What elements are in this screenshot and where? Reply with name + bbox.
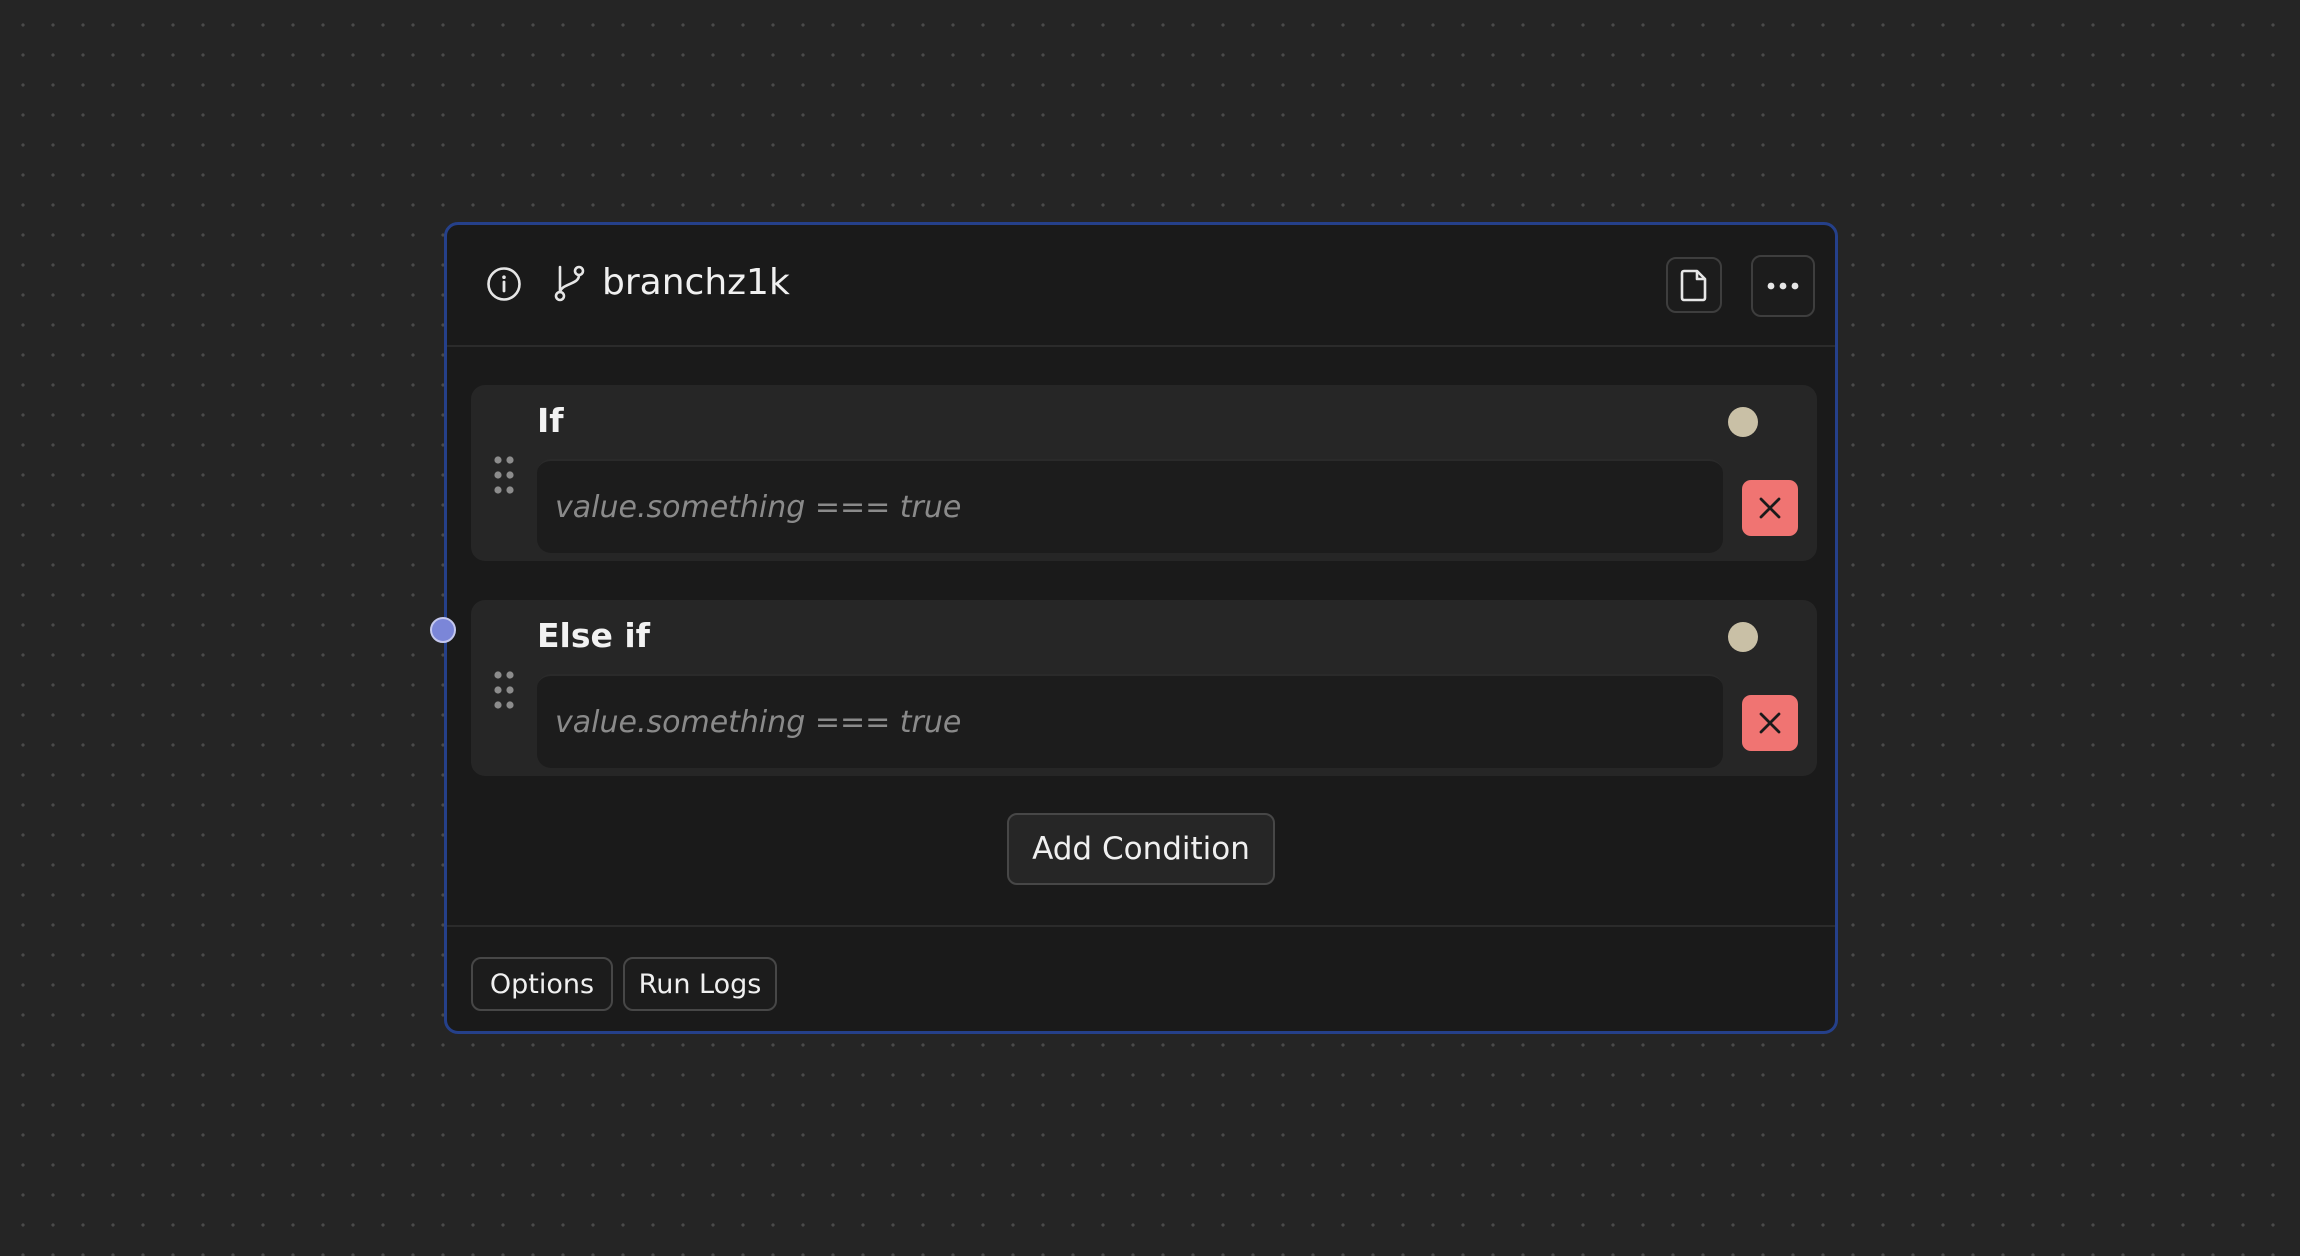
output-connection-handle[interactable] [1728, 622, 1758, 652]
condition-expression-input[interactable] [537, 459, 1723, 553]
close-icon [1759, 712, 1781, 734]
drag-handle-icon[interactable] [493, 455, 515, 495]
drag-handle-icon[interactable] [493, 670, 515, 710]
more-options-button[interactable] [1751, 255, 1815, 317]
remove-condition-button[interactable] [1742, 695, 1798, 751]
condition-label: Else if [537, 616, 651, 655]
document-icon [1680, 269, 1707, 302]
add-condition-button[interactable]: Add Condition [1007, 813, 1275, 885]
node-footer: Options Run Logs [447, 925, 1835, 1031]
output-connection-handle[interactable] [1728, 407, 1758, 437]
git-branch-icon [554, 265, 585, 302]
input-connection-handle[interactable] [430, 617, 456, 643]
ellipsis-icon [1767, 282, 1799, 290]
branch-node[interactable]: branchz1k If value.something === true El… [430, 222, 1838, 1034]
document-button[interactable] [1666, 257, 1722, 313]
condition-card: Else if [471, 600, 1817, 776]
info-icon[interactable] [485, 265, 523, 303]
run-logs-button[interactable]: Run Logs [623, 957, 777, 1011]
options-button[interactable]: Options [471, 957, 613, 1011]
remove-condition-button[interactable] [1742, 480, 1798, 536]
node-title[interactable]: branchz1k [602, 261, 790, 305]
close-icon [1759, 497, 1781, 519]
node-header: branchz1k [447, 225, 1835, 347]
condition-expression-input[interactable] [537, 674, 1723, 768]
condition-card: If [471, 385, 1817, 561]
condition-label: If [537, 401, 564, 440]
